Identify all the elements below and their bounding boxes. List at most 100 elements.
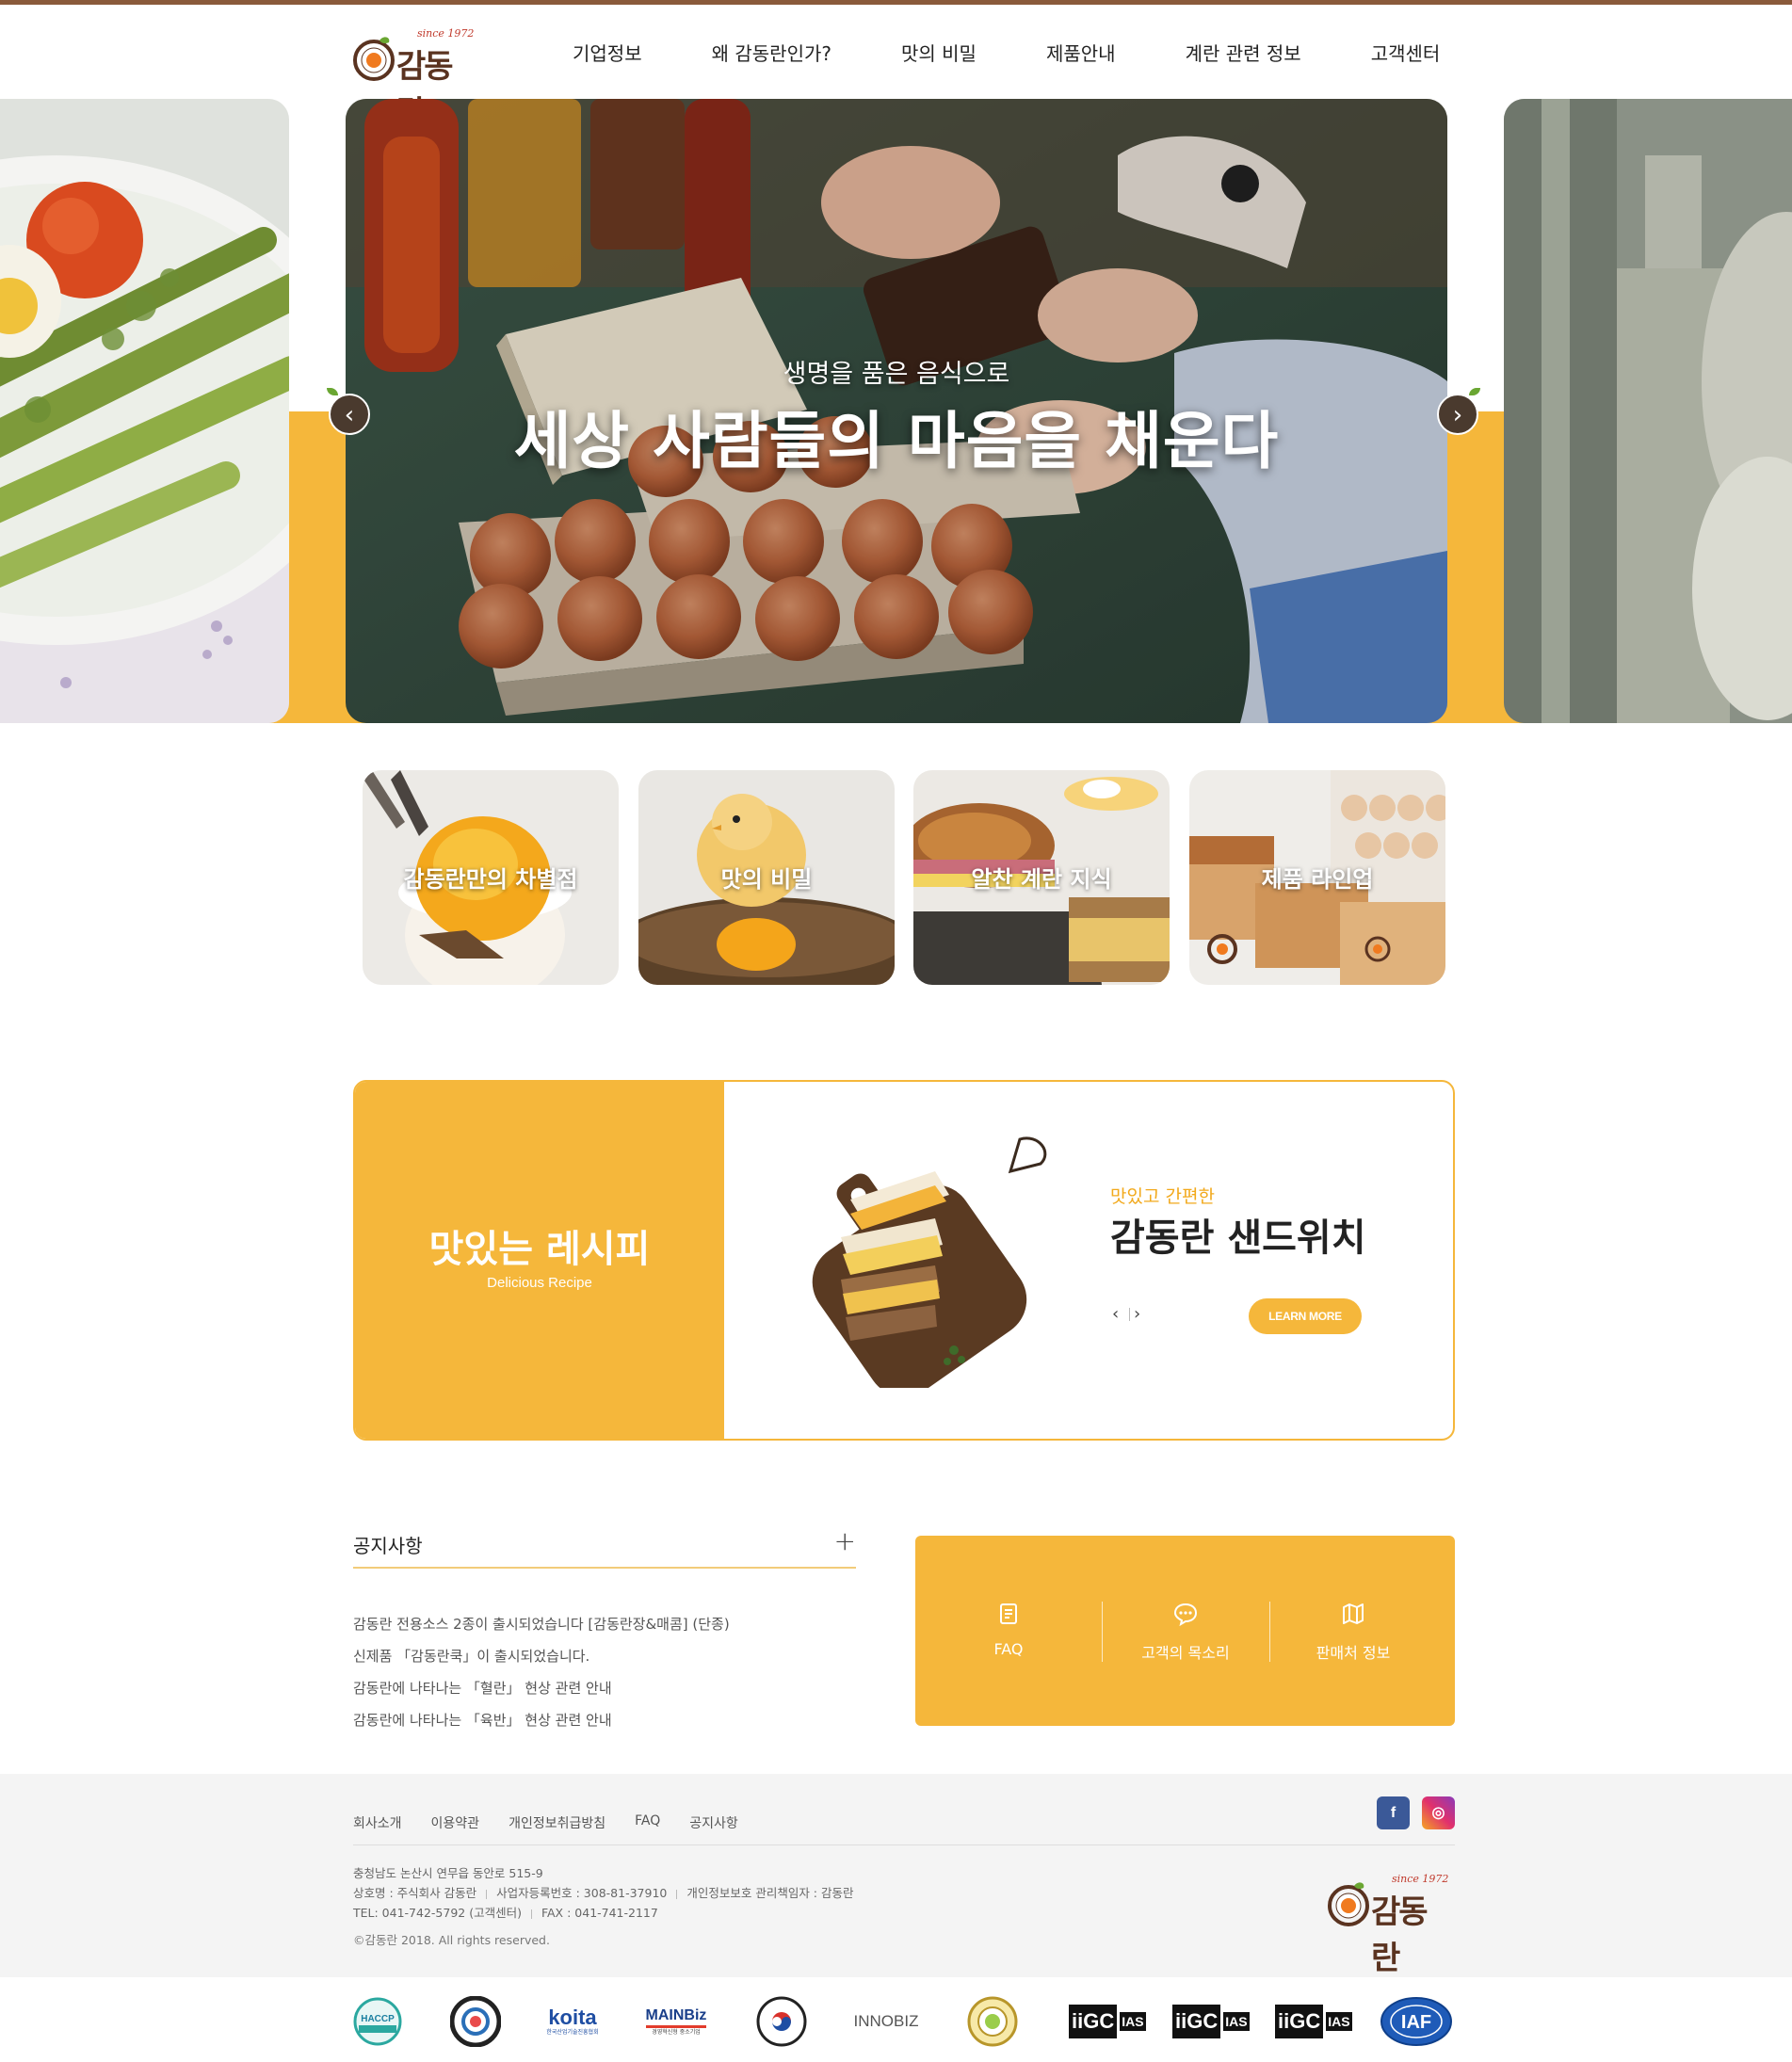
igc-ias-logo-2: iiGC IAS [1172, 1996, 1272, 2047]
footer-link-faq[interactable]: FAQ [635, 1813, 660, 1832]
igc-ias-logo-1: iiGC IAS [1069, 1996, 1169, 2047]
sandwich-board-photo[interactable] [794, 1134, 1057, 1388]
leaf-icon [327, 388, 338, 395]
nav-egg-info[interactable]: 계란 관련 정보 [1186, 39, 1301, 66]
hero-prev-button[interactable]: ‹ [327, 388, 370, 435]
site-header: since 1972 감동란 기업정보 왜 감동란인가? 맛의 비밀 제품안내 … [0, 5, 1792, 132]
haccp-text: HACCP [361, 2014, 395, 2024]
mainbiz-logo: MAINBiz 경영혁신형 중소기업 [641, 1996, 711, 2047]
notice-list: 감동란 전용소스 2종이 출시되었습니다 [감동란장&매콤] (단종) 신제품 … [353, 1608, 856, 1736]
company-info: 충청남도 논산시 연무읍 동안로 515-9 상호명 : 주식회사 감동란 사업자… [353, 1863, 854, 1923]
tile-label: 감동란만의 차별점 [403, 866, 578, 893]
facebook-icon[interactable]: f [1377, 1796, 1410, 1829]
footer-link-terms[interactable]: 이용약관 [431, 1813, 480, 1832]
tile-egg-knowledge[interactable]: 알찬 계란 지식 [913, 770, 1170, 985]
instagram-icon[interactable]: ◎ [1422, 1796, 1455, 1829]
plus-icon[interactable]: + [834, 1525, 856, 1556]
tile-label: 맛의 비밀 [720, 866, 813, 893]
notice-header: 공지사항 + [353, 1525, 856, 1569]
quick-faq-label: FAQ [993, 1640, 1024, 1658]
quick-faq[interactable]: FAQ [915, 1536, 1102, 1726]
privacy-officer: 개인정보보호 관리책임자 : 감동란 [686, 1886, 854, 1900]
recipe-kicker: 맛있고 간편한 [1110, 1186, 1215, 1207]
recipe-title-panel: 맛있는 레시피 Delicious Recipe [355, 1082, 724, 1439]
notice-item[interactable]: 감동란에 나타나는 「혈란」 현상 관련 안내 [353, 1672, 856, 1704]
nav-customer-center[interactable]: 고객센터 [1371, 39, 1441, 66]
tile-difference[interactable]: 감동란만의 차별점 [363, 770, 619, 985]
footer-link-about[interactable]: 회사소개 [353, 1813, 402, 1832]
contact-info: TEL: 041-742-5792 (고객센터) FAX : 041-741-21… [353, 1903, 854, 1923]
chat-bubble-icon [1173, 1603, 1198, 1626]
notice-item[interactable]: 신제품 「감동란쿡」이 출시되었습니다. [353, 1640, 856, 1672]
notice-board: 공지사항 + 감동란 전용소스 2종이 출시되었습니다 [감동란장&매콤] (단… [353, 1525, 856, 1736]
recipe-section-title: 맛있는 레시피 [428, 1228, 651, 1271]
hero-title: 세상 사람들의 마음을 채운다 [513, 405, 1280, 477]
kitchen-blur-photo [1504, 99, 1792, 723]
igc-mark: iiGC [1172, 2005, 1221, 2038]
separator [530, 1909, 532, 1919]
certification-logos: HACCP koita 한국산업기술진흥협회 MAINBiz 경영혁신형 중소기… [0, 1977, 1792, 2062]
recipe-name: 감동란 샌드위치 [1110, 1216, 1366, 1260]
nav-company[interactable]: 기업정보 [573, 39, 642, 66]
next-slide-image[interactable] [1504, 99, 1792, 723]
tile-label: 제품 라인업 [1261, 866, 1374, 893]
taegeuk-seal-icon [756, 1996, 807, 2047]
gold-seal-logo [967, 1996, 1018, 2047]
fax: FAX : 041-741-2117 [541, 1906, 658, 1920]
logo-wordmark: 감동란 [1371, 1893, 1429, 1977]
asparagus-photo [0, 99, 289, 723]
mainbiz-wordmark: MAINBiz [645, 2006, 707, 2028]
tile-product-lineup[interactable]: 제품 라인업 [1189, 770, 1445, 985]
logo[interactable]: since 1972 감동란 [351, 27, 476, 132]
recipe-pager: ‹ › [1112, 1304, 1147, 1324]
iaf-text: IAF [1401, 2012, 1431, 2033]
notice-item[interactable]: 감동란 전용소스 2종이 출시되었습니다 [감동란장&매콤] (단종) [353, 1608, 856, 1640]
innobiz-wordmark: INNOBIZ [853, 2012, 919, 2030]
government-logo [756, 1996, 807, 2047]
ias-mark: IAS [1326, 2012, 1352, 2031]
quick-store-info[interactable]: 판매처 정보 [1269, 1536, 1437, 1726]
recipe-prev-button[interactable]: ‹ [1112, 1304, 1125, 1324]
feature-tiles: 감동란만의 차별점 맛의 비밀 알찬 계란 지식 제품 라인업 [363, 770, 1445, 985]
footer-link-privacy[interactable]: 개인정보취급방침 [509, 1813, 605, 1832]
haccp-logo: HACCP [353, 1996, 402, 2047]
nav-why[interactable]: 왜 감동란인가? [712, 39, 831, 66]
footer-logo[interactable]: since 1972 감동란 [1326, 1873, 1450, 1977]
quick-customer-voice[interactable]: 고객의 목소리 [1102, 1536, 1269, 1726]
main-slide[interactable]: 생명을 품은 음식으로 세상 사람들의 마음을 채운다 [346, 99, 1447, 723]
tile-taste-secret[interactable]: 맛의 비밀 [638, 770, 895, 985]
site-footer: 회사소개 이용약관 개인정보취급방침 FAQ 공지사항 f ◎ 충청남도 논산시… [0, 1774, 1792, 1977]
igc-mark: iiGC [1275, 2005, 1324, 2038]
copyright: ©감동란 2018. All rights reserved. [353, 1933, 550, 1947]
business-info: 상호명 : 주식회사 감동란 사업자등록번호 : 308-81-37910 개인정보… [353, 1883, 854, 1903]
innobiz-logo: INNOBIZ [848, 1996, 925, 2047]
koita-sub: 한국산업기술진흥협회 [546, 2029, 599, 2036]
iaf-globe-icon: IAF [1380, 1997, 1452, 2046]
footer-link-notice[interactable]: 공지사항 [689, 1813, 738, 1832]
map-icon [1343, 1603, 1364, 1624]
koita-logo: koita 한국산업기술진흥협회 [541, 1996, 604, 2047]
igc-ias-logo-3: iiGC IAS [1275, 1996, 1375, 2047]
chevron-left-icon: ‹ [344, 401, 355, 429]
nav-taste-secret[interactable]: 맛의 비밀 [901, 39, 977, 66]
ias-mark: IAS [1120, 2012, 1146, 2031]
prev-slide-image[interactable] [0, 99, 289, 723]
quick-store-info-label: 판매처 정보 [1316, 1644, 1391, 1662]
notice-item[interactable]: 감동란에 나타나는 「육반」 현상 관련 안내 [353, 1704, 856, 1736]
chevron-right-icon: › [1452, 401, 1463, 429]
recipe-section-subtitle: Delicious Recipe [487, 1275, 592, 1291]
learn-more-button[interactable]: LEARN MORE [1249, 1298, 1362, 1334]
logo-since: since 1972 [1392, 1873, 1449, 1885]
koita-wordmark: koita [548, 2006, 597, 2029]
hero-subtitle: 생명을 품은 음식으로 [783, 360, 1010, 389]
gold-seal-icon [967, 1996, 1018, 2047]
cleanroom-logo [450, 1996, 501, 2047]
hero-slider: 생명을 품은 음식으로 세상 사람들의 마음을 채운다 ‹ › [0, 99, 1792, 723]
haccp-badge-icon: HACCP [353, 1997, 402, 2046]
recipe-next-button[interactable]: › [1134, 1304, 1147, 1324]
recipe-section: 맛있는 레시피 Delicious Recipe 맛있고 간편한 감동란 샌드위… [353, 1080, 1455, 1441]
mainbiz-sub: 경영혁신형 중소기업 [652, 2028, 701, 2036]
business-number: 사업자등록번호 : 308-81-37910 [496, 1886, 668, 1900]
hero-next-button[interactable]: › [1437, 388, 1480, 435]
nav-products[interactable]: 제품안내 [1046, 39, 1116, 66]
